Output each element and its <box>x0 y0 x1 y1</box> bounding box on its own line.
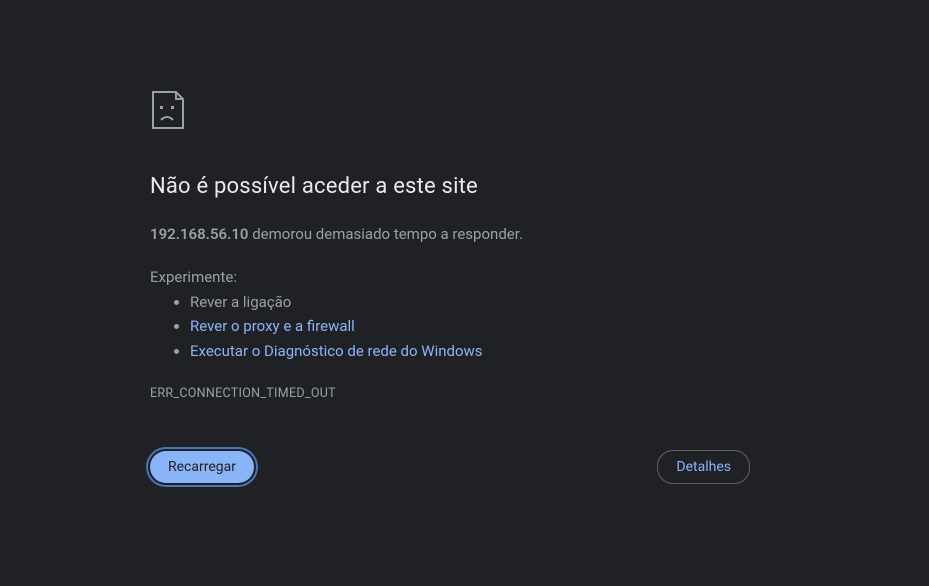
list-item: Rever o proxy e a firewall <box>190 314 750 339</box>
list-item: Executar o Diagnóstico de rede do Window… <box>190 339 750 364</box>
try-label: Experimente: <box>150 268 750 286</box>
suggestions-list: Rever a ligação Rever o proxy e a firewa… <box>150 290 750 364</box>
error-code: ERR_CONNECTION_TIMED_OUT <box>150 386 750 401</box>
suggestion-link-diagnostics[interactable]: Executar o Diagnóstico de rede do Window… <box>190 342 483 360</box>
details-button[interactable]: Detalhes <box>657 450 750 484</box>
error-host: 192.168.56.10 <box>150 225 248 243</box>
error-page-container: Não é possível aceder a este site 192.16… <box>0 0 750 401</box>
suggestion-link-proxy[interactable]: Rever o proxy e a firewall <box>190 317 355 335</box>
button-row: Recarregar Detalhes <box>150 450 750 484</box>
suggestion-text: Rever a ligação <box>190 293 291 311</box>
sad-page-icon <box>150 90 750 130</box>
error-subline: 192.168.56.10 demorou demasiado tempo a … <box>150 223 750 246</box>
list-item: Rever a ligação <box>190 290 750 315</box>
error-heading: Não é possível aceder a este site <box>150 174 750 199</box>
reload-button[interactable]: Recarregar <box>150 451 254 483</box>
error-sub-message: demorou demasiado tempo a responder. <box>248 225 522 243</box>
